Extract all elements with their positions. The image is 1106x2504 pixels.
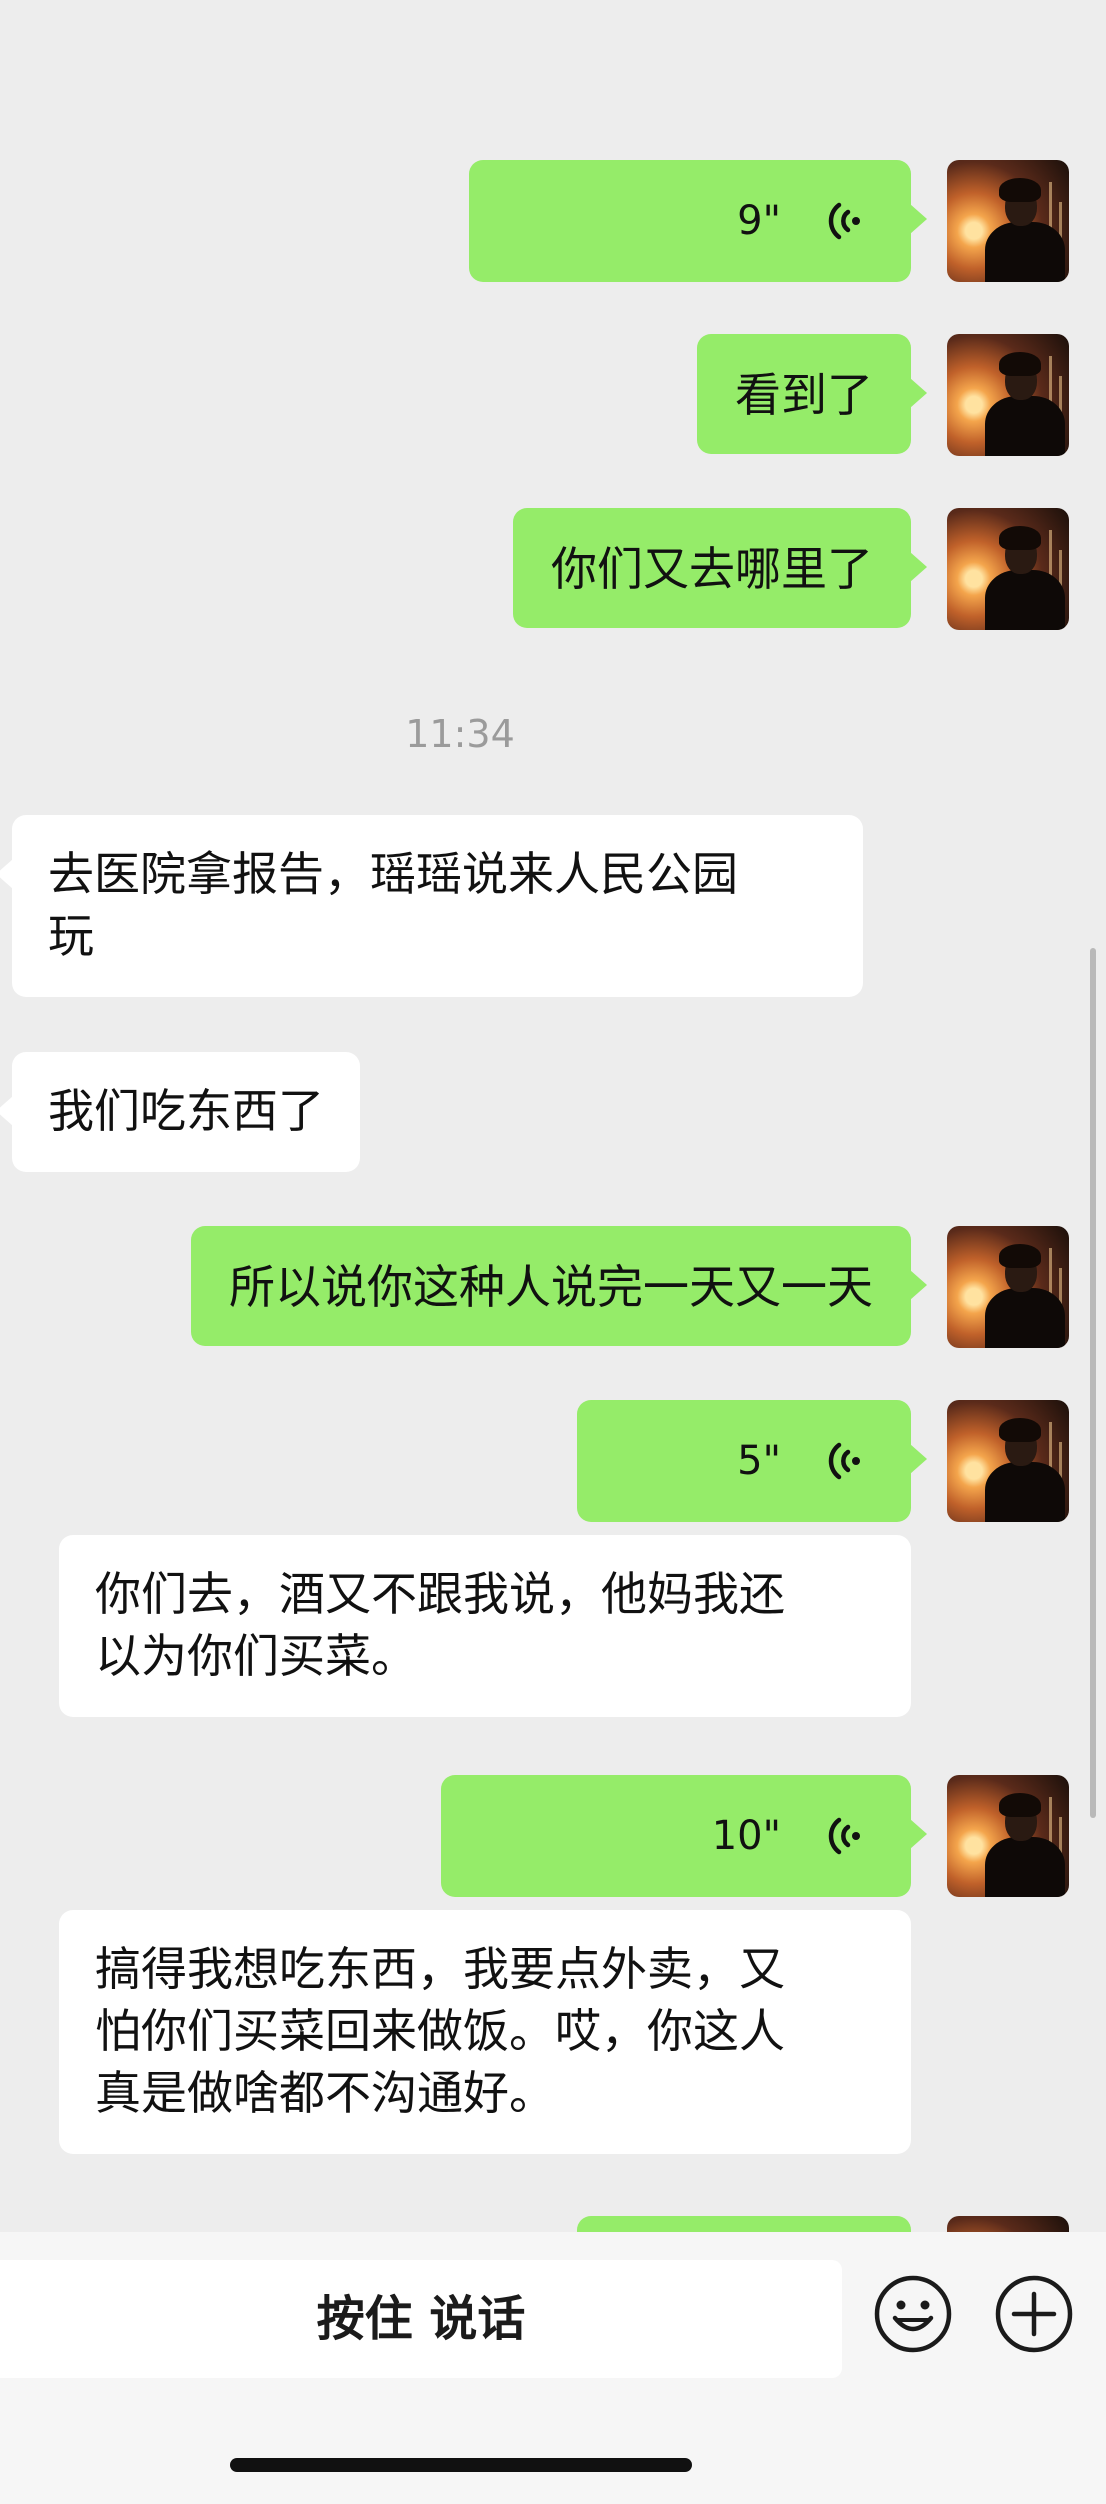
voice-wave-icon	[828, 1817, 860, 1855]
scrollbar[interactable]	[1090, 948, 1096, 1818]
message-bubble[interactable]: 去医院拿报告，瑶瑶说来人民公园 玩	[0, 815, 863, 997]
voice-wave-icon	[828, 1442, 860, 1480]
plus-icon[interactable]	[994, 2274, 1074, 2354]
message-bubble-partial[interactable]	[577, 2216, 911, 2232]
message-text-line: 真是做啥都不沟通好。	[95, 2066, 555, 2120]
message-bubble[interactable]: 看到了	[697, 334, 927, 454]
avatar[interactable]	[947, 508, 1069, 630]
message-text-line: 玩	[48, 909, 94, 963]
voice-message[interactable]: 9"	[469, 160, 927, 282]
avatar[interactable]	[947, 160, 1069, 282]
message-text-line: 你们去，酒又不跟我说，他妈我还	[95, 1567, 785, 1621]
message-bubble[interactable]: 你们去，酒又不跟我说，他妈我还 以为你们买菜。	[59, 1535, 911, 1717]
avatar[interactable]	[947, 334, 1069, 456]
avatar[interactable]	[947, 1226, 1069, 1348]
message-text-line: 怕你们买菜回来做饭。哎，你这人	[95, 2004, 785, 2058]
message-text-line: 去医院拿报告，瑶瑶说来人民公园	[48, 847, 738, 901]
home-indicator[interactable]	[230, 2458, 692, 2472]
message-bubble[interactable]: 你们又去哪里了	[513, 508, 927, 628]
chat-area[interactable]: 9" 看到了 你们又去哪里了 11:34 去医院拿报告，瑶瑶说来人民公园 玩 我	[0, 0, 1106, 2232]
message-text: 你们又去哪里了	[551, 542, 873, 596]
voice-duration: 9"	[737, 198, 781, 244]
message-text: 所以说你这种人说完一天又一天	[229, 1260, 873, 1314]
message-text: 我们吃东西了	[48, 1084, 324, 1138]
voice-wave-icon	[828, 202, 860, 240]
message-text: 看到了	[735, 368, 873, 422]
voice-message[interactable]: 5"	[577, 1400, 927, 1522]
avatar[interactable]	[947, 1400, 1069, 1522]
emoji-icon[interactable]	[873, 2274, 953, 2354]
message-bubble[interactable]: 搞得我想吃东西，我要点外卖，又 怕你们买菜回来做饭。哎，你这人 真是做啥都不沟通…	[59, 1910, 911, 2154]
voice-duration: 5"	[737, 1438, 781, 1484]
voice-message[interactable]: 10"	[441, 1775, 927, 1897]
avatar[interactable]	[947, 2216, 1069, 2232]
message-bubble[interactable]: 我们吃东西了	[0, 1052, 360, 1172]
voice-duration: 10"	[711, 1813, 781, 1859]
message-text-line: 以为你们买菜。	[95, 1629, 417, 1683]
hold-to-talk-button[interactable]: 按住 说话	[0, 2260, 842, 2378]
avatar[interactable]	[947, 1775, 1069, 1897]
message-text-line: 搞得我想吃东西，我要点外卖，又	[95, 1942, 785, 1996]
message-timestamp: 11:34	[405, 712, 515, 756]
message-bubble[interactable]: 所以说你这种人说完一天又一天	[191, 1226, 927, 1346]
